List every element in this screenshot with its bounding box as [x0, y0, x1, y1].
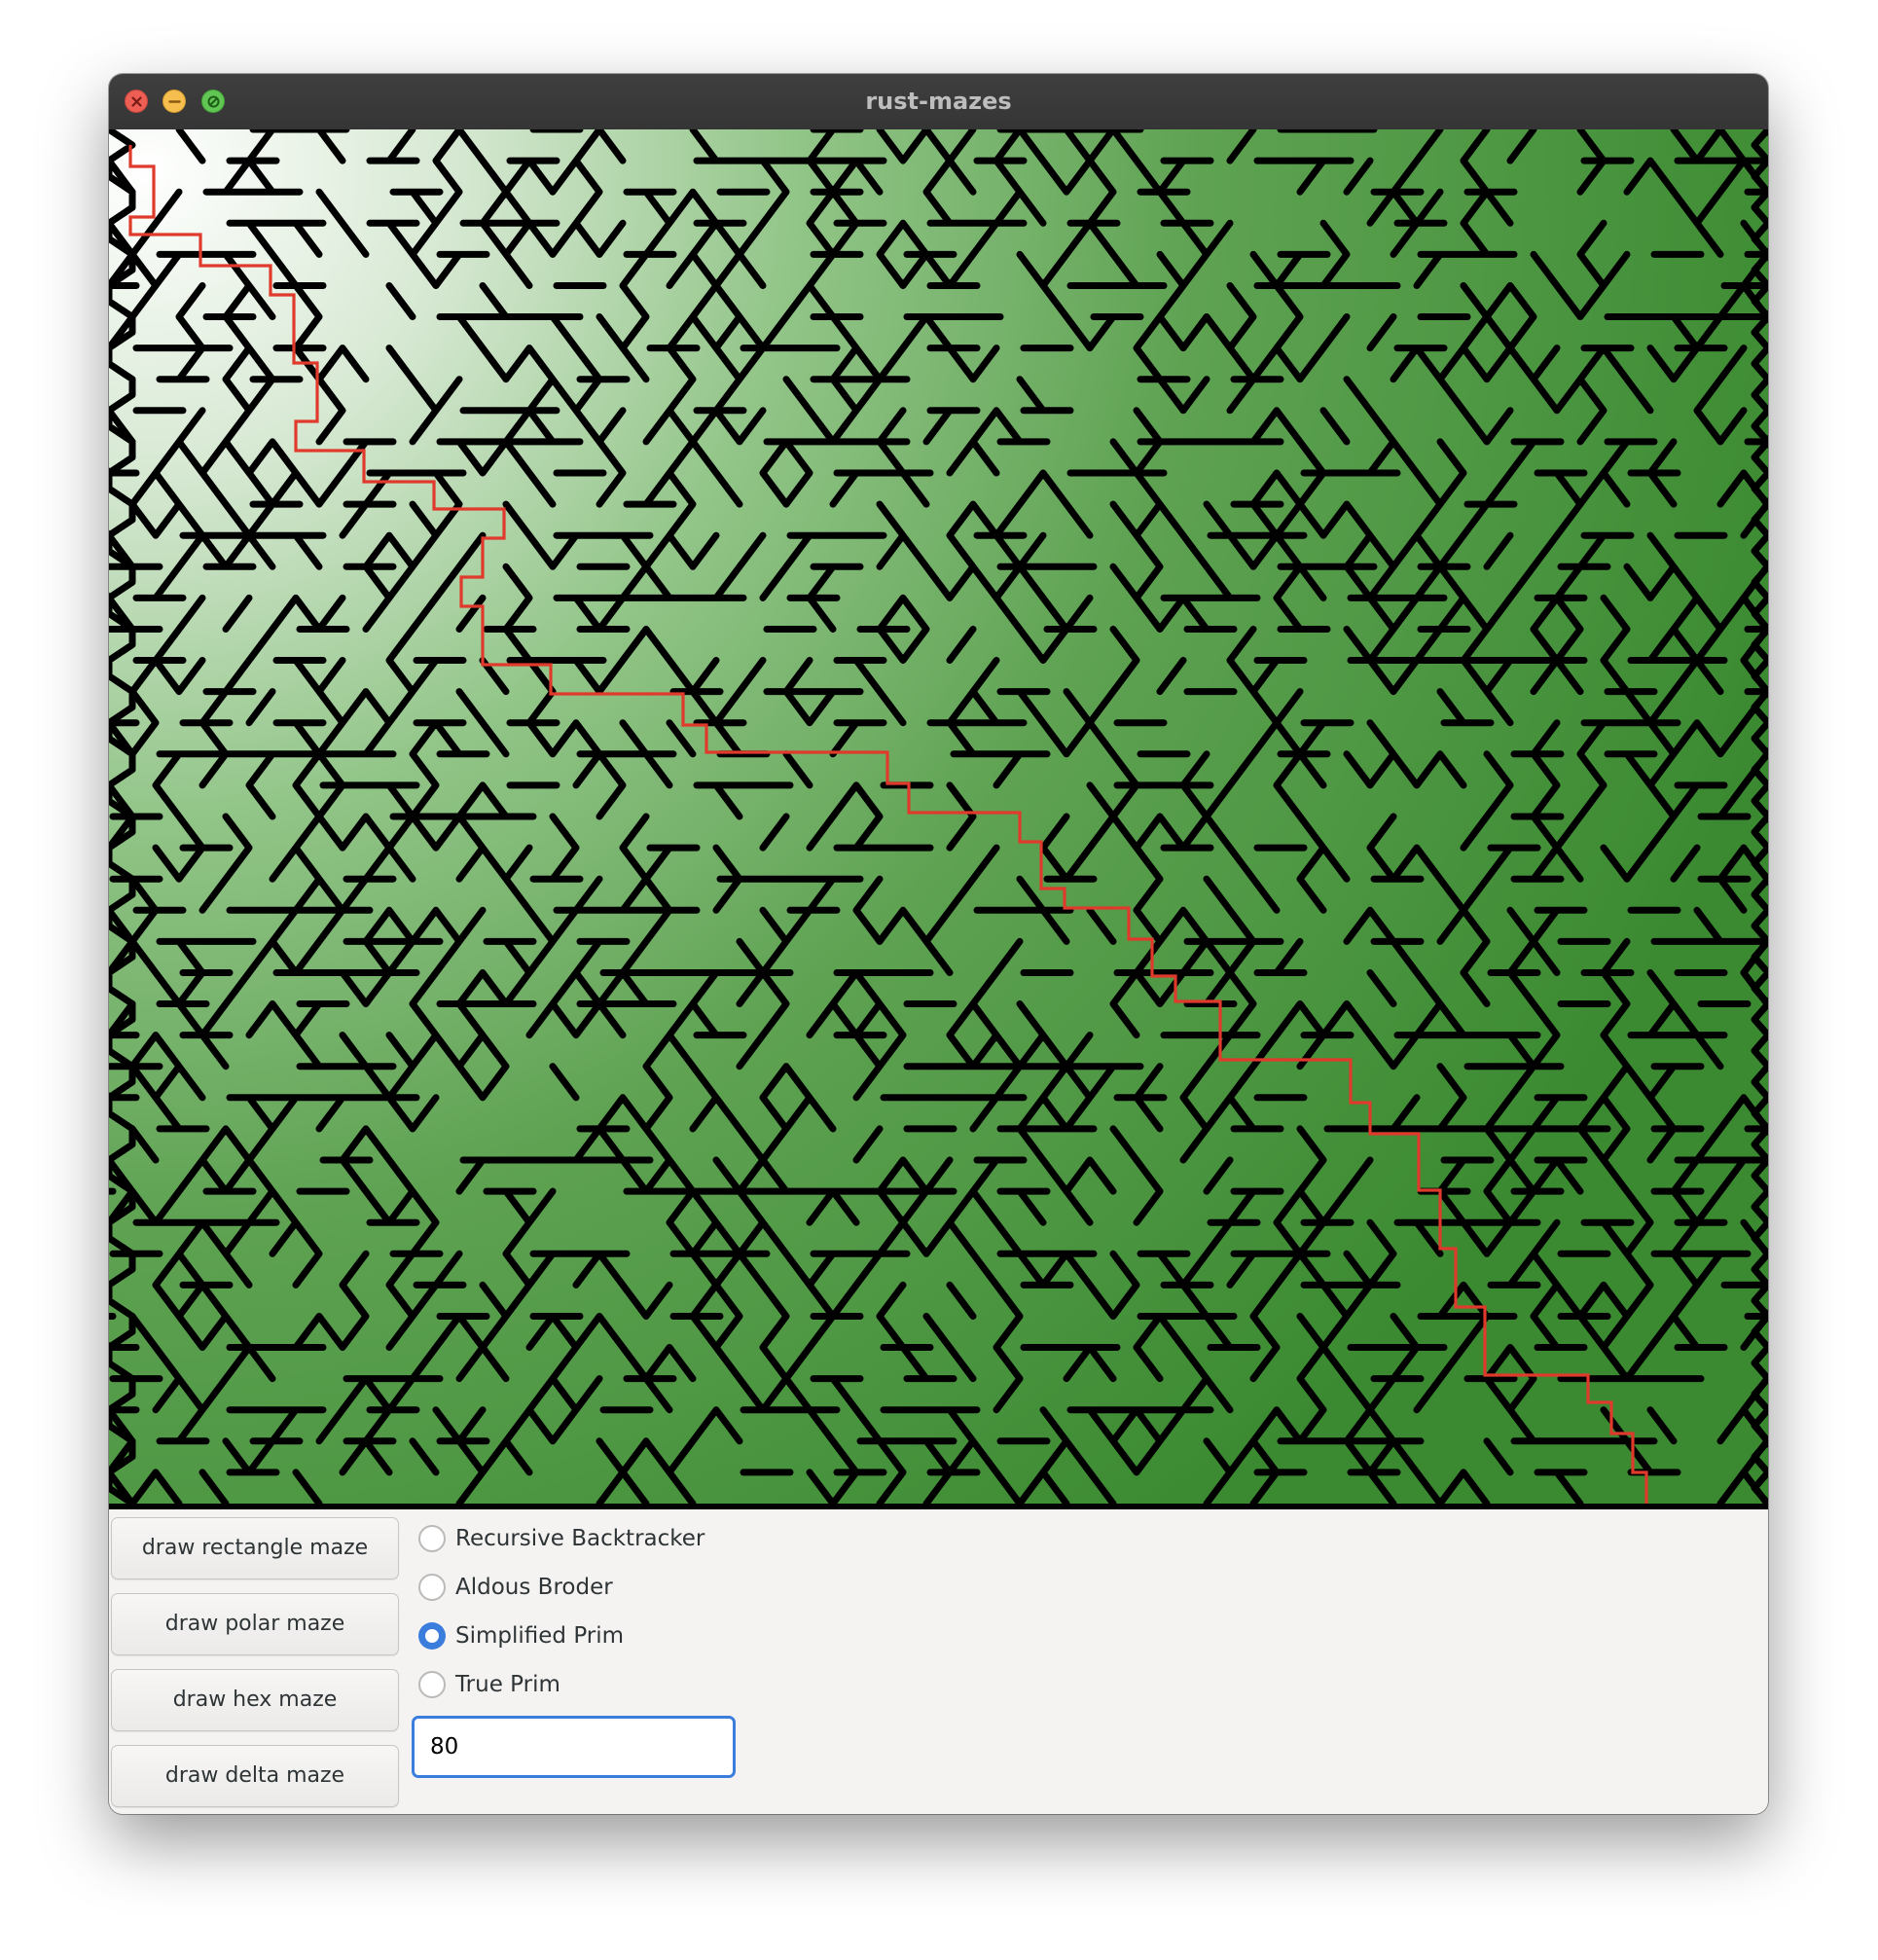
title-bar[interactable]: rust-mazes: [109, 74, 1768, 130]
maze-size-input[interactable]: [412, 1716, 736, 1778]
maze-drawing: [109, 129, 1768, 1509]
radio-button-unchecked[interactable]: [418, 1525, 446, 1552]
radio-label: True Prim: [455, 1672, 560, 1697]
maze-canvas: [109, 129, 1768, 1509]
draw-polar-maze-button[interactable]: draw polar maze: [111, 1593, 399, 1655]
radio-simplified-prim[interactable]: Simplified Prim: [418, 1615, 624, 1657]
radio-label: Simplified Prim: [455, 1623, 625, 1649]
radio-aldous-broder[interactable]: Aldous Broder: [418, 1566, 613, 1609]
radio-button-unchecked[interactable]: [418, 1574, 446, 1601]
draw-rectangle-maze-button[interactable]: draw rectangle maze: [111, 1517, 399, 1579]
draw-hex-maze-button[interactable]: draw hex maze: [111, 1669, 399, 1731]
radio-recursive-backtracker[interactable]: Recursive Backtracker: [418, 1517, 704, 1560]
radio-button-checked[interactable]: [418, 1622, 446, 1650]
draw-delta-maze-button[interactable]: draw delta maze: [111, 1745, 399, 1807]
radio-label: Recursive Backtracker: [455, 1526, 705, 1551]
window-title: rust-mazes: [865, 88, 1012, 115]
app-window: rust-mazes draw rectangle maze draw pola…: [109, 74, 1768, 1814]
control-panel: draw rectangle maze draw polar maze draw…: [109, 1509, 1768, 1814]
radio-label: Aldous Broder: [455, 1575, 613, 1600]
radio-button-unchecked[interactable]: [418, 1671, 446, 1698]
radio-true-prim[interactable]: True Prim: [418, 1663, 560, 1706]
